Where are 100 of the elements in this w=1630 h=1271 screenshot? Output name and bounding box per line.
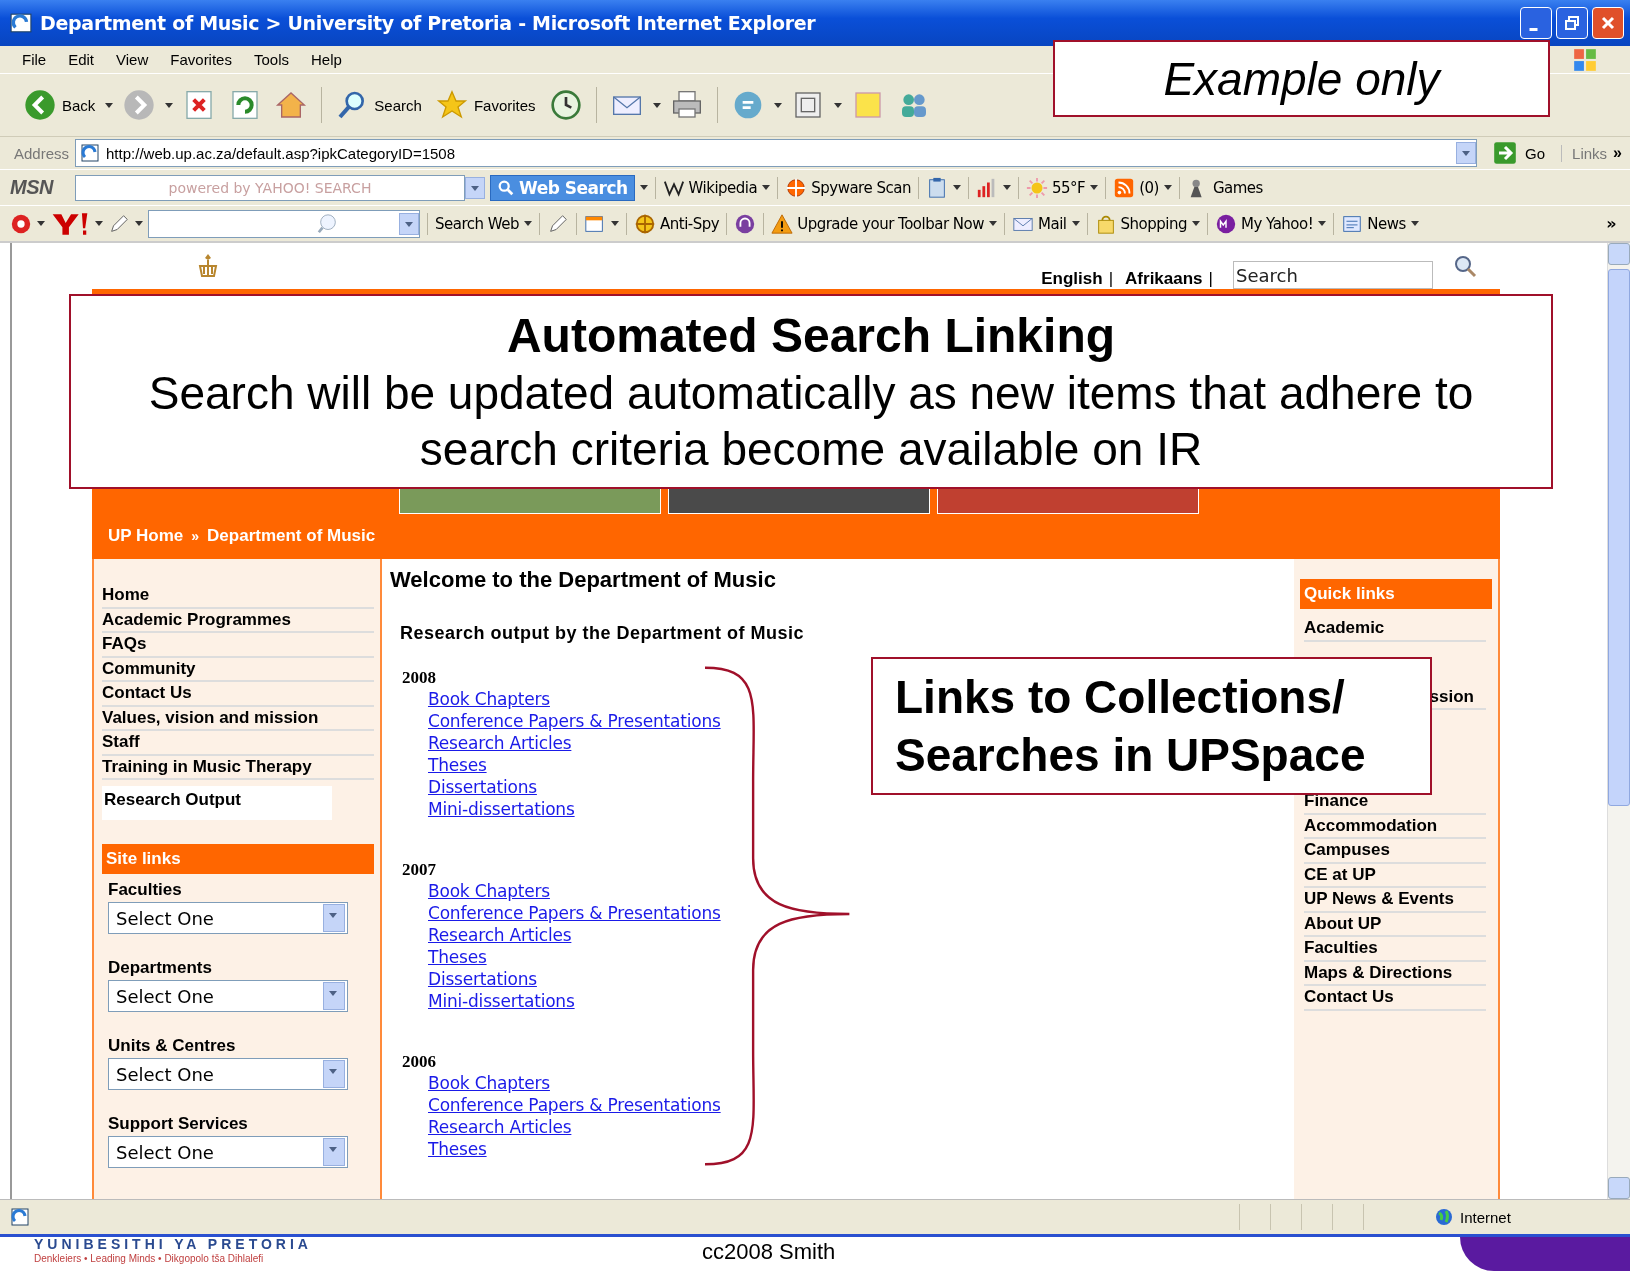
- msn-logo[interactable]: MSN: [10, 176, 70, 199]
- dropdown-field[interactable]: Select One: [108, 902, 348, 934]
- spyware-button[interactable]: Spyware Scan: [785, 176, 911, 199]
- caret-icon[interactable]: [1071, 221, 1080, 226]
- vertical-scrollbar[interactable]: [1607, 243, 1630, 1199]
- caret-icon[interactable]: [1163, 185, 1172, 190]
- collection-link[interactable]: Book Chapters: [428, 880, 550, 902]
- collection-link[interactable]: Dissertations: [428, 968, 537, 990]
- menu-item[interactable]: Help: [311, 51, 342, 68]
- collection-link[interactable]: Theses: [428, 754, 487, 776]
- collection-link[interactable]: Conference Papers & Presentations: [428, 902, 721, 924]
- collection-link[interactable]: Conference Papers & Presentations: [428, 710, 721, 732]
- quick-link[interactable]: Accommodation: [1304, 815, 1438, 836]
- dropdown-field[interactable]: Select One: [108, 1136, 348, 1168]
- collection-link[interactable]: Research Articles: [428, 924, 572, 946]
- pencil-button[interactable]: [547, 212, 569, 235]
- collection-link[interactable]: Mini-dissertations: [428, 798, 575, 820]
- nav-link[interactable]: Contact Us: [102, 682, 374, 707]
- quick-link[interactable]: ssion: [1429, 686, 1474, 707]
- quick-link[interactable]: About UP: [1304, 913, 1382, 934]
- caret-icon[interactable]: [1318, 221, 1327, 226]
- caret-icon[interactable]: [95, 221, 103, 226]
- caret-icon[interactable]: [652, 102, 661, 108]
- links-label[interactable]: Links: [1561, 144, 1608, 162]
- mail-button[interactable]: Mail: [1012, 212, 1067, 235]
- collection-link[interactable]: Research Articles: [428, 1116, 572, 1138]
- collection-link[interactable]: Dissertations: [428, 776, 537, 798]
- bag-button[interactable]: Shopping: [1094, 212, 1187, 235]
- caret-icon[interactable]: [989, 221, 998, 226]
- caret-icon[interactable]: [165, 102, 174, 108]
- quick-link[interactable]: Faculties: [1304, 938, 1378, 958]
- close-button[interactable]: [1592, 7, 1624, 39]
- menu-item[interactable]: Tools: [253, 51, 289, 68]
- language-link[interactable]: English: [1041, 269, 1103, 289]
- collection-link[interactable]: Mini-dissertations: [428, 990, 575, 1012]
- menu-item[interactable]: View: [116, 51, 149, 68]
- nav-link[interactable]: FAQs: [102, 633, 374, 658]
- go-button[interactable]: Go: [1483, 141, 1556, 165]
- quick-link[interactable]: Finance: [1304, 791, 1369, 811]
- dropdown-field[interactable]: Select One: [108, 980, 348, 1012]
- search-web-button[interactable]: Search Web: [435, 214, 519, 233]
- scroll-thumb[interactable]: [1608, 269, 1630, 806]
- quick-link[interactable]: Campuses: [1304, 840, 1390, 860]
- caret-icon[interactable]: [639, 185, 648, 190]
- nav-link[interactable]: Training in Music Therapy: [102, 755, 374, 780]
- minimize-button[interactable]: [1520, 7, 1552, 39]
- search-field[interactable]: powered by YAHOO! SEARCH: [75, 174, 465, 201]
- caret-icon[interactable]: [611, 221, 619, 226]
- quick-link[interactable]: Contact Us: [1304, 987, 1394, 1007]
- warning-button[interactable]: Upgrade your Toolbar Now: [771, 212, 985, 235]
- nav-link[interactable]: Home: [102, 584, 374, 609]
- collection-link[interactable]: Theses: [428, 946, 487, 968]
- caret-icon[interactable]: [135, 221, 143, 226]
- my-button[interactable]: My Yahoo!: [1214, 212, 1314, 235]
- menu-item[interactable]: Edit: [68, 51, 95, 68]
- caret-icon[interactable]: [762, 185, 771, 190]
- news-button[interactable]: News: [1341, 212, 1406, 235]
- antispy-button[interactable]: Anti-Spy: [634, 212, 720, 235]
- nav-link[interactable]: Academic Programmes: [102, 608, 374, 633]
- quick-link[interactable]: UP News & Events: [1304, 889, 1454, 909]
- search-field[interactable]: [148, 209, 420, 238]
- menu-item[interactable]: File: [22, 51, 47, 68]
- caret-icon[interactable]: [1191, 221, 1200, 226]
- more-chevron[interactable]: »: [1606, 214, 1616, 233]
- headphones-button[interactable]: [734, 212, 757, 235]
- search-field[interactable]: Search: [1233, 261, 1433, 289]
- rss-button[interactable]: (0): [1113, 176, 1159, 199]
- dropdown-field[interactable]: Select One: [108, 1058, 348, 1090]
- caret-icon[interactable]: [1002, 185, 1011, 190]
- collection-link[interactable]: Theses: [428, 1138, 487, 1160]
- collection-link[interactable]: Research Articles: [428, 732, 572, 754]
- more-chevron[interactable]: »: [1613, 144, 1622, 162]
- nav-link[interactable]: Research Output: [102, 786, 332, 820]
- caret-icon[interactable]: [1410, 221, 1419, 226]
- caret-icon[interactable]: [105, 102, 114, 108]
- collection-link[interactable]: Conference Papers & Presentations: [428, 1094, 721, 1116]
- caret-icon[interactable]: [37, 221, 45, 226]
- caret-icon[interactable]: [952, 185, 961, 190]
- favorites-button[interactable]: Favorites: [431, 87, 540, 123]
- language-link[interactable]: Afrikaans: [1125, 269, 1203, 289]
- nav-link[interactable]: Community: [102, 657, 374, 682]
- nav-link[interactable]: Values, vision and mission: [102, 706, 374, 731]
- quick-link[interactable]: Academic: [1304, 618, 1385, 638]
- wiki-button[interactable]: Wikipedia: [662, 176, 758, 199]
- caret-icon[interactable]: [773, 102, 782, 108]
- caret-icon[interactable]: [524, 221, 532, 226]
- quick-link[interactable]: CE at UP: [1304, 864, 1376, 885]
- collection-link[interactable]: Book Chapters: [428, 688, 550, 710]
- weather-button[interactable]: 55°F: [1025, 176, 1086, 199]
- menu-item[interactable]: Favorites: [170, 51, 232, 68]
- restore-button[interactable]: [1556, 7, 1588, 39]
- search-button[interactable]: Search: [332, 87, 426, 123]
- quick-link[interactable]: Maps & Directions: [1304, 962, 1453, 983]
- back-button[interactable]: Back: [20, 87, 100, 123]
- caret-icon[interactable]: [1090, 185, 1099, 190]
- nav-link[interactable]: Staff: [102, 731, 374, 756]
- caret-icon[interactable]: [833, 102, 842, 108]
- address-field[interactable]: http://web.up.ac.za/default.asp?ipkCategoryID=1508: [75, 139, 1478, 167]
- collection-link[interactable]: Book Chapters: [428, 1072, 550, 1094]
- games-button[interactable]: Games: [1186, 176, 1263, 199]
